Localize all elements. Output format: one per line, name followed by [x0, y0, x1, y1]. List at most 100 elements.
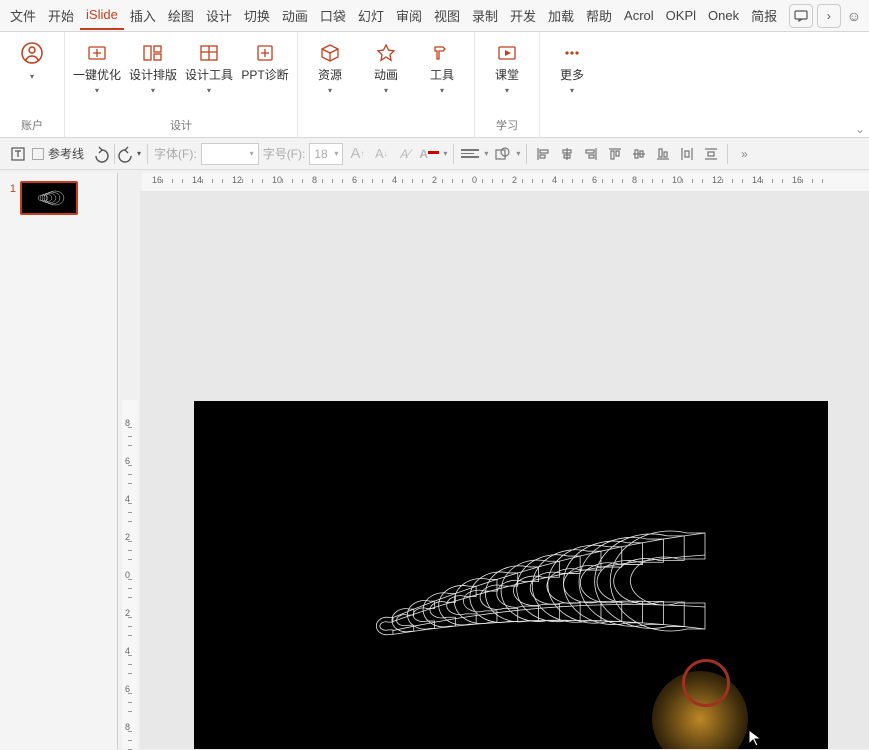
tab-pocket[interactable]: 口袋	[314, 0, 352, 31]
tab-help[interactable]: 帮助	[580, 0, 618, 31]
tab-slideshow[interactable]: 幻灯	[352, 0, 390, 31]
tab-onekey[interactable]: Onek	[702, 2, 745, 29]
tab-home[interactable]: 开始	[42, 0, 80, 31]
align-middle-icon[interactable]	[629, 144, 649, 164]
align-left-icon[interactable]	[533, 144, 553, 164]
align-icon[interactable]	[460, 144, 480, 164]
redo-icon[interactable]: ▾	[121, 144, 141, 164]
chevron-down-icon: ▾	[151, 86, 155, 95]
group-label-design: 设计	[170, 117, 192, 135]
clear-format-icon[interactable]: A⁄	[395, 144, 415, 164]
sparkle-icon	[83, 42, 111, 64]
hruler-tick: 10	[672, 175, 682, 185]
chevron-button[interactable]: ›	[817, 4, 841, 28]
undo-icon[interactable]	[88, 144, 108, 164]
font-color-icon[interactable]: A	[419, 144, 439, 164]
one-click-label: 一键优化	[73, 68, 121, 82]
slide-thumbnail-1[interactable]	[20, 181, 78, 215]
design-tools-button[interactable]: 设计工具 ▾	[183, 36, 235, 95]
hruler-tick: 6	[592, 175, 597, 185]
tab-brief[interactable]: 简报	[745, 0, 783, 31]
ppt-diag-button[interactable]: PPT诊断	[239, 36, 291, 82]
align-bottom-icon[interactable]	[653, 144, 673, 164]
decrease-font-icon[interactable]: A↓	[371, 144, 391, 164]
format-toolbar: 参考线 ▾ 字体(F): ▾ 字号(F): 18▾ A↑ A↓ A⁄ A ▾ ▾…	[0, 138, 869, 170]
hruler-tick: 8	[312, 175, 317, 185]
shape-icon[interactable]	[492, 144, 512, 164]
chevron-down-icon: ▾	[505, 86, 509, 95]
design-layout-button[interactable]: 设计排版 ▾	[127, 36, 179, 95]
account-button[interactable]: ▾	[6, 36, 58, 81]
resource-label: 资源	[318, 68, 342, 82]
align-center-h-icon[interactable]	[557, 144, 577, 164]
tab-dev[interactable]: 开发	[504, 0, 542, 31]
user-icon	[18, 42, 46, 64]
increase-font-icon[interactable]: A↑	[347, 144, 367, 164]
align-right-icon[interactable]	[581, 144, 601, 164]
distribute-h-icon[interactable]	[677, 144, 697, 164]
slide-canvas-area[interactable]	[140, 191, 869, 749]
star-icon	[372, 42, 400, 64]
menu-bar: 文件 开始 iSlide 插入 绘图 设计 切换 动画 口袋 幻灯 审阅 视图 …	[0, 0, 869, 32]
slide-panel: 1	[0, 173, 118, 749]
resource-button[interactable]: 资源 ▾	[304, 36, 356, 95]
hruler-tick: 16	[792, 175, 802, 185]
chevron-down-icon: ▾	[570, 86, 574, 95]
hruler-tick: 14	[192, 175, 202, 185]
design-tools-label: 设计工具	[185, 68, 233, 82]
hruler-tick: 12	[232, 175, 242, 185]
guides-label: 参考线	[48, 145, 84, 162]
ribbon: ▾ 账户 一键优化 ▾ 设计排版 ▾ 设计工具 ▾ PPT诊断	[0, 32, 869, 138]
ribbon-group-res: 资源 ▾ 动画 ▾ 工具 ▾	[298, 32, 475, 137]
vertical-ruler: 864202468	[122, 400, 138, 749]
chevron-down-icon: ▾	[30, 72, 34, 81]
hruler-tick: 2	[512, 175, 517, 185]
tab-draw[interactable]: 绘图	[162, 0, 200, 31]
comment-icon	[794, 10, 808, 22]
hruler-tick: 12	[712, 175, 722, 185]
plus-icon	[251, 42, 279, 64]
group-label-account: 账户	[21, 117, 43, 135]
ribbon-group-more: 更多 ▾	[540, 32, 604, 137]
tab-okplus[interactable]: OKPl	[660, 2, 702, 29]
group-label-study: 学习	[496, 117, 518, 135]
dots-icon	[558, 42, 586, 64]
tab-insert[interactable]: 插入	[124, 0, 162, 31]
ribbon-group-design: 一键优化 ▾ 设计排版 ▾ 设计工具 ▾ PPT诊断 设计	[65, 32, 298, 137]
cursor-icon	[748, 729, 762, 749]
textbox-icon[interactable]	[8, 144, 28, 164]
hruler-tick: 4	[392, 175, 397, 185]
tab-islide[interactable]: iSlide	[80, 1, 124, 30]
chevron-down-icon: ▾	[95, 86, 99, 95]
tab-transition[interactable]: 切换	[238, 0, 276, 31]
distribute-v-icon[interactable]	[701, 144, 721, 164]
tab-design[interactable]: 设计	[200, 0, 238, 31]
tab-acrobat[interactable]: Acrol	[618, 2, 660, 29]
smiley-icon[interactable]: ☺	[843, 8, 865, 24]
hammer-icon	[428, 42, 456, 64]
anim-button[interactable]: 动画 ▾	[360, 36, 412, 95]
tab-view[interactable]: 视图	[428, 0, 466, 31]
guides-checkbox[interactable]	[32, 148, 44, 160]
tab-review[interactable]: 审阅	[390, 0, 428, 31]
comments-button[interactable]	[789, 4, 813, 28]
size-combo[interactable]: 18▾	[309, 143, 343, 165]
hruler-tick: 14	[752, 175, 762, 185]
tab-animation[interactable]: 动画	[276, 0, 314, 31]
more-button[interactable]: 更多 ▾	[546, 36, 598, 95]
tool-button[interactable]: 工具 ▾	[416, 36, 468, 95]
tab-file[interactable]: 文件	[4, 0, 42, 31]
more-format-icon[interactable]: »	[734, 144, 754, 164]
font-combo[interactable]: ▾	[201, 143, 259, 165]
grid-icon	[139, 42, 167, 64]
one-click-button[interactable]: 一键优化 ▾	[71, 36, 123, 95]
tab-record[interactable]: 录制	[466, 0, 504, 31]
ribbon-expand-icon[interactable]: ⌄	[855, 122, 865, 136]
align-top-icon[interactable]	[605, 144, 625, 164]
tab-addins[interactable]: 加载	[542, 0, 580, 31]
hruler-tick: 16	[152, 175, 162, 185]
hruler-tick: 2	[432, 175, 437, 185]
play-icon	[493, 42, 521, 64]
cube-icon	[316, 42, 344, 64]
class-button[interactable]: 课堂 ▾	[481, 36, 533, 95]
